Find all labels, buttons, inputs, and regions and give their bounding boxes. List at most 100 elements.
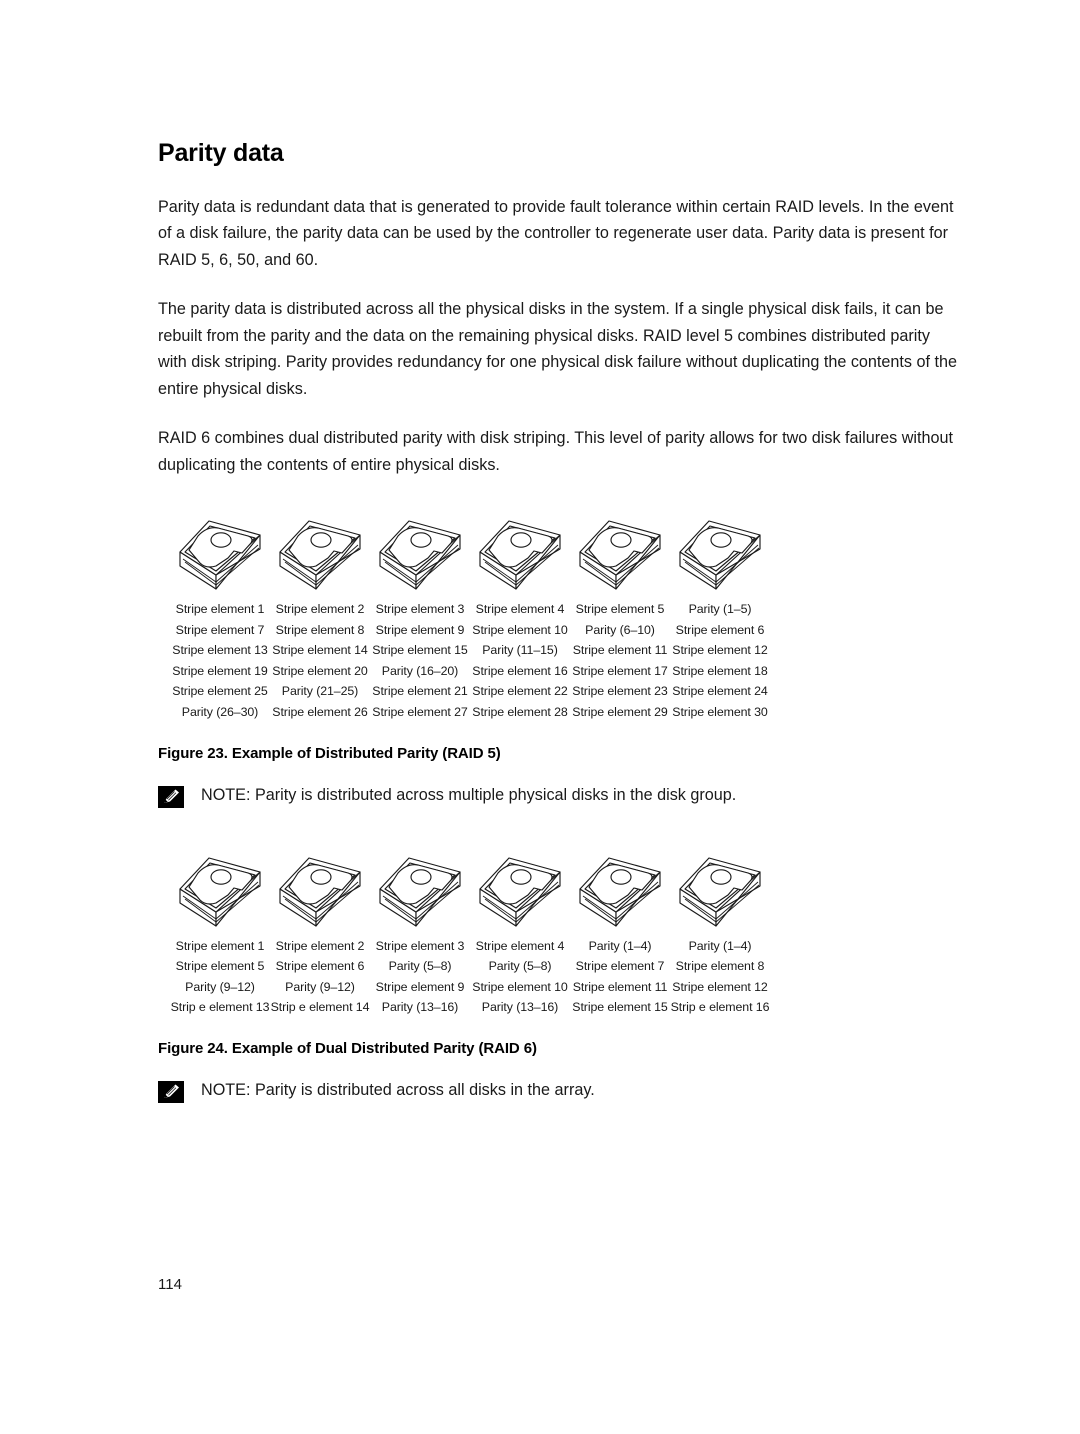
- parity-grid-cell: Stripe element 18: [672, 663, 768, 678]
- disk-cell: [570, 838, 670, 936]
- parity-grid-row: Stripe element 5 Stripe element 6 Parity (…: [170, 956, 770, 977]
- parity-grid-cell: Parity (5–8): [488, 959, 552, 974]
- parity-grid-cell: Stripe element 26: [272, 704, 368, 719]
- disk-cell: [470, 838, 570, 936]
- parity-grid-cell: Parity (13–16): [381, 1000, 459, 1015]
- parity-grid-cell: Stripe element 7: [175, 622, 265, 637]
- parity-grid-cell: Parity (9–12): [285, 979, 355, 994]
- parity-grid-cell: Strip e element 14: [270, 1000, 370, 1015]
- note-raid5: NOTE: Parity is distributed across multi…: [158, 784, 958, 808]
- disk-cell: [670, 838, 770, 936]
- hard-disk-icon: [479, 856, 561, 927]
- figure-raid6: Stripe element 1 Stripe element 2 Stripe e…: [158, 838, 958, 1103]
- disk-cell: [270, 501, 370, 599]
- disk-cell: [170, 501, 270, 599]
- document-page: Parity data Parity data is redundant dat…: [0, 0, 1080, 1434]
- parity-grid-cell: Strip e element 16: [670, 1000, 770, 1015]
- parity-grid-cell: Stripe element 1: [175, 938, 265, 953]
- parity-grid-cell: Stripe element 14: [272, 643, 368, 658]
- parity-grid-cell: Stripe element 10: [472, 622, 568, 637]
- parity-grid-cell: Parity (26–30): [181, 704, 259, 719]
- parity-grid-cell: Stripe element 1: [175, 602, 265, 616]
- parity-grid-cell: Stripe element 30: [672, 704, 768, 719]
- parity-grid-cell: Parity (5–8): [388, 959, 452, 974]
- parity-grid-cell: Stripe element 5: [175, 959, 265, 974]
- figure-caption-raid6: Figure 24. Example of Dual Distributed P…: [158, 1039, 537, 1057]
- parity-grid-cell: Stripe element 3: [375, 938, 465, 953]
- parity-grid-cell: Parity (21–25): [281, 684, 359, 699]
- parity-grid-cell: Stripe element 11: [572, 979, 668, 994]
- disk-cell: [370, 838, 470, 936]
- disk-cell: [670, 501, 770, 599]
- paragraph-raid5: The parity data is distributed across al…: [158, 300, 958, 398]
- note-raid6: NOTE: Parity is distributed across all d…: [158, 1079, 958, 1103]
- hard-disk-icon: [279, 856, 361, 927]
- paragraph-intro: Parity data is redundant data that is ge…: [158, 197, 954, 269]
- parity-grid-cell: Stripe element 8: [675, 959, 765, 974]
- parity-grid-cell: Stripe element 7: [575, 959, 665, 974]
- disk-cell: [270, 838, 370, 936]
- parity-grid-cell: Stripe element 25: [172, 684, 268, 699]
- page-number: 114: [158, 1276, 182, 1293]
- parity-grid-cell: Stripe element 6: [275, 959, 365, 974]
- parity-grid-cell: Stripe element 8: [275, 622, 365, 637]
- page-content: Parity data Parity data is redundant dat…: [158, 139, 958, 1103]
- hard-disk-icon: [479, 520, 561, 590]
- hard-disk-icon: [179, 520, 261, 590]
- parity-grid-row: Parity (26–30) Stripe element 26 Stripe el…: [170, 702, 770, 723]
- parity-grid-cell: Stripe element 28: [472, 704, 568, 719]
- note-text-raid5: NOTE: Parity is distributed across multi…: [201, 785, 737, 804]
- note-text-raid6: NOTE: Parity is distributed across all d…: [201, 1080, 595, 1099]
- hard-disk-icon: [179, 856, 261, 927]
- parity-grid-row: Stripe element 7 Stripe element 8 Stripe e…: [170, 620, 770, 641]
- hard-disk-icon: [679, 520, 761, 590]
- hard-disk-icon: [679, 856, 761, 927]
- parity-grid-cell: Stripe element 9: [375, 979, 465, 994]
- disk-cell: [470, 501, 570, 599]
- parity-grid-cell: Stripe element 6: [675, 622, 765, 637]
- parity-grid-cell: Stripe element 23: [572, 684, 668, 699]
- note-pencil-icon: [158, 785, 184, 808]
- parity-grid-cell: Stripe element 10: [472, 979, 568, 994]
- parity-grid-cell: Stripe element 13: [172, 643, 268, 658]
- disk-cell: [570, 501, 670, 599]
- disk-cell: [370, 501, 470, 599]
- figure-caption-raid5: Figure 23. Example of Distributed Parity…: [158, 744, 501, 762]
- parity-grid-cell: Stripe element 4: [475, 938, 565, 953]
- hard-disk-icon: [379, 520, 461, 590]
- paragraph-raid6: RAID 6 combines dual distributed parity …: [158, 429, 954, 474]
- parity-grid-row: Stripe element 13 Stripe element 14 Stripe…: [170, 640, 770, 661]
- parity-grid-cell: Parity (1–4): [688, 938, 752, 953]
- disk-cell: [170, 838, 270, 936]
- disk-row-raid6: [170, 838, 770, 936]
- parity-grid-cell: Parity (6–10): [585, 622, 655, 637]
- parity-grid-raid5: Stripe element 1 Stripe element 2 Stripe e…: [170, 599, 770, 723]
- parity-grid-cell: Stripe element 27: [372, 704, 468, 719]
- hard-disk-icon: [579, 520, 661, 590]
- parity-grid-cell: Stripe element 5: [575, 602, 665, 616]
- parity-grid-cell: Stripe element 11: [572, 643, 668, 658]
- parity-grid-cell: Parity (1–5): [688, 602, 752, 616]
- parity-grid-cell: Stripe element 15: [572, 1000, 668, 1015]
- parity-grid-cell: Stripe element 22: [472, 684, 568, 699]
- parity-grid-cell: Stripe element 3: [375, 602, 465, 616]
- parity-grid-cell: Stripe element 17: [572, 663, 668, 678]
- parity-grid-cell: Stripe element 12: [672, 643, 768, 658]
- parity-grid-cell: Stripe element 12: [672, 979, 768, 994]
- parity-grid-cell: Parity (13–16): [481, 1000, 559, 1015]
- parity-grid-cell: Stripe element 20: [272, 663, 368, 678]
- parity-grid-cell: Parity (11–15): [482, 643, 558, 658]
- parity-grid-cell: Stripe element 9: [375, 622, 465, 637]
- parity-grid-cell: Stripe element 19: [172, 663, 268, 678]
- parity-grid-cell: Stripe element 16: [472, 663, 568, 678]
- parity-grid-cell: Stripe element 2: [275, 602, 365, 616]
- parity-grid-row: Stripe element 25 Parity (21–25) Stripe el…: [170, 681, 770, 702]
- parity-grid-cell: Stripe element 29: [572, 704, 668, 719]
- parity-grid-raid6: Stripe element 1 Stripe element 2 Stripe e…: [170, 936, 770, 1018]
- disk-row-raid5: [170, 501, 770, 599]
- parity-grid-cell: Stripe element 21: [372, 684, 468, 699]
- page-title: Parity data: [158, 139, 284, 167]
- parity-grid-cell: Stripe element 24: [672, 684, 768, 699]
- parity-grid-cell: Stripe element 2: [275, 938, 365, 953]
- parity-grid-cell: Stripe element 15: [372, 643, 468, 658]
